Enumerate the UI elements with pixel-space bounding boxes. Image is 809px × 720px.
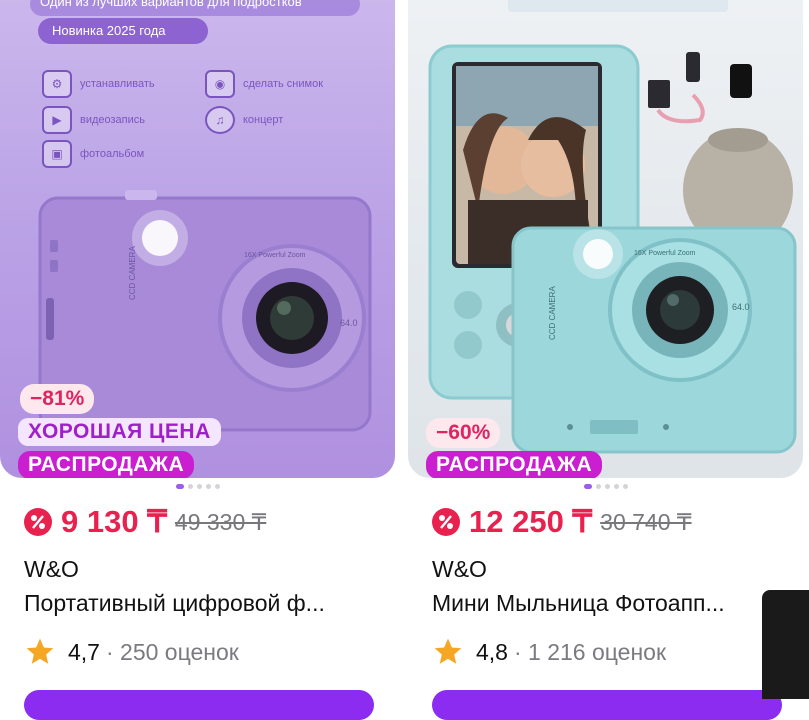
- image-pager[interactable]: [176, 484, 220, 489]
- feature-video: ▶ видеозапись: [42, 106, 145, 134]
- price-row: 12 250 ₸ 30 740 ₸: [432, 504, 692, 540]
- product-card[interactable]: CCD CAMERA 16X Powerful Zoom 64.0 −60% Р…: [408, 0, 803, 720]
- discount-badge: −60%: [426, 418, 501, 448]
- rating-row: 4,8 · 1 216 оценок: [432, 636, 666, 668]
- promo-banner-text: Один из лучших вариантов для подростков: [40, 0, 302, 9]
- review-count: · 1 216 оценок: [513, 638, 667, 665]
- pager-dot[interactable]: [215, 484, 220, 489]
- price: 9 130 ₸: [61, 504, 167, 539]
- feature-settings: ⚙ устанавливать: [42, 70, 155, 98]
- review-count: · 250 оценок: [105, 638, 239, 665]
- good-price-badge: ХОРОШАЯ ЦЕНА: [18, 418, 221, 446]
- feature-label: концерт: [243, 114, 284, 126]
- pager-dot[interactable]: [596, 484, 601, 489]
- megapixel-label: 64.0: [340, 318, 358, 328]
- pager-dot[interactable]: [188, 484, 193, 489]
- discount-percent-icon: [24, 508, 52, 536]
- camera-illustration: [428, 0, 797, 454]
- megapixel-label: 64.0: [732, 302, 750, 312]
- camera-icon: ◉: [205, 70, 235, 98]
- feature-label: видеозапись: [80, 114, 146, 126]
- brand-name[interactable]: W&O: [24, 556, 79, 583]
- old-price: 49 330 ₸: [174, 508, 267, 535]
- lens-label: 16X Powerful Zoom: [634, 250, 696, 257]
- add-to-cart-button[interactable]: [24, 690, 374, 720]
- discount-percent-icon: [432, 508, 460, 536]
- star-icon: [26, 638, 54, 664]
- price-row: 9 130 ₸ 49 330 ₸: [24, 504, 266, 540]
- feature-label: устанавливать: [80, 78, 155, 90]
- pager-dot[interactable]: [623, 484, 628, 489]
- add-to-cart-button[interactable]: [432, 690, 782, 720]
- dark-overlay-edge: [762, 590, 809, 699]
- album-icon: ▣: [42, 140, 72, 168]
- pager-dot[interactable]: [206, 484, 211, 489]
- feature-label: сделать снимок: [243, 78, 324, 90]
- product-image[interactable]: CCD CAMERA 16X Powerful Zoom 64.0 −60% Р…: [408, 0, 803, 478]
- sale-badge: РАСПРОДАЖА: [426, 451, 603, 478]
- product-image[interactable]: Один из лучших вариантов для подростков …: [0, 0, 395, 478]
- lens-label: 16X Powerful Zoom: [244, 252, 306, 259]
- video-icon: ▶: [42, 106, 72, 134]
- image-pager[interactable]: [584, 484, 628, 489]
- product-title[interactable]: Мини Мыльница Фотоапп...: [432, 590, 792, 617]
- feature-label: фотоальбом: [80, 148, 145, 160]
- star-icon: [434, 638, 462, 664]
- pager-dot[interactable]: [605, 484, 610, 489]
- pager-dot[interactable]: [176, 484, 184, 489]
- gear-icon: ⚙: [42, 70, 72, 98]
- camera-label: CCD CAMERA: [548, 286, 557, 340]
- promo-new-text: Новинка 2025 года: [52, 23, 166, 38]
- feature-album: ▣ фотоальбом: [42, 140, 144, 168]
- pager-dot[interactable]: [197, 484, 202, 489]
- rating-row: 4,7 · 250 оценок: [24, 636, 239, 668]
- rating-value: 4,8: [476, 638, 508, 665]
- music-icon: ♫: [205, 106, 235, 134]
- brand-name[interactable]: W&O: [432, 556, 487, 583]
- old-price: 30 740 ₸: [600, 508, 692, 535]
- discount-badge: −81%: [20, 384, 95, 414]
- product-title[interactable]: Портативный цифровой ф...: [24, 590, 384, 617]
- camera-label: CCD CAMERA: [128, 246, 137, 300]
- pager-dot[interactable]: [614, 484, 619, 489]
- pager-dot[interactable]: [584, 484, 592, 489]
- product-card[interactable]: Один из лучших вариантов для подростков …: [0, 0, 395, 720]
- feature-music: ♫ концерт: [205, 106, 283, 134]
- rating-value: 4,7: [68, 638, 100, 665]
- price: 12 250 ₸: [469, 504, 593, 539]
- feature-photo: ◉ сделать снимок: [205, 70, 323, 98]
- sale-badge: РАСПРОДАЖА: [18, 451, 195, 478]
